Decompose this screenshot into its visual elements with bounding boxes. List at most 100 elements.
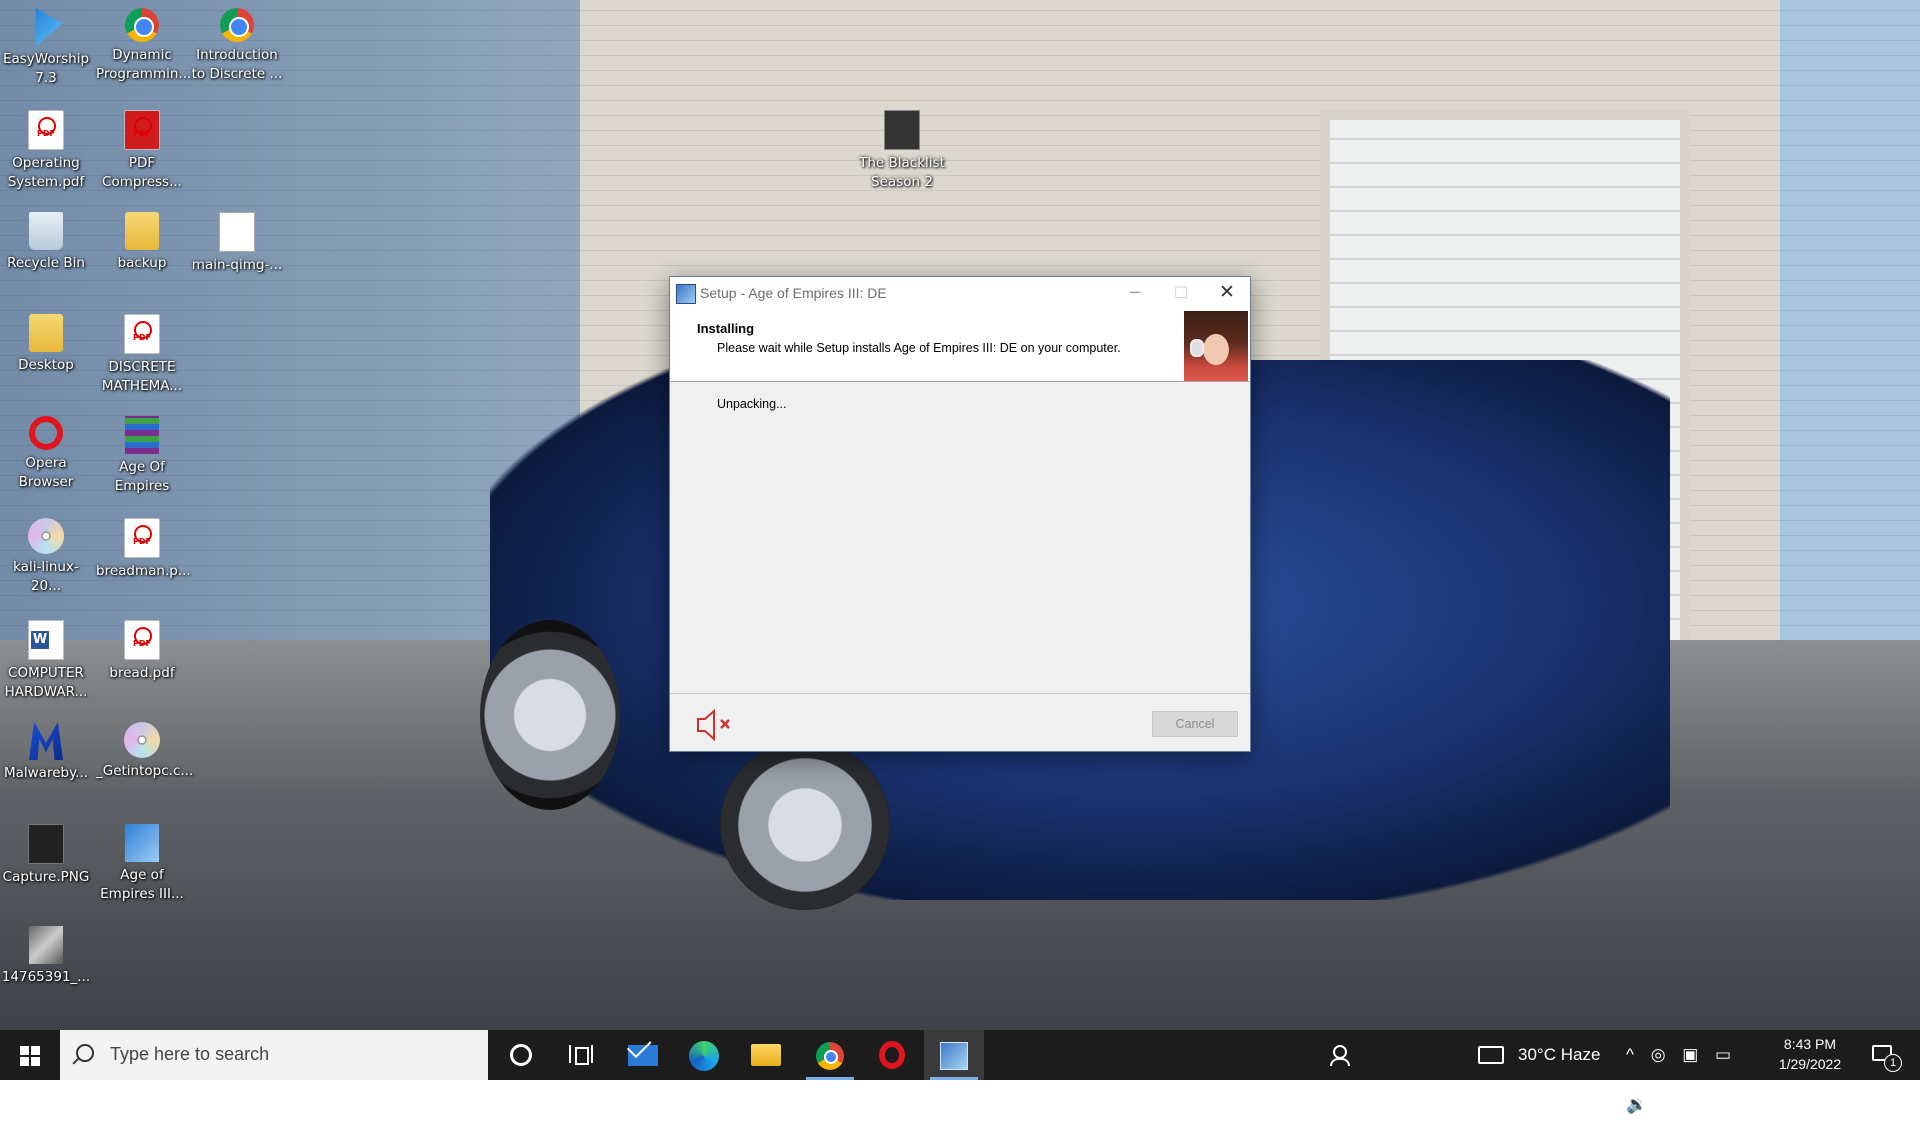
desktop-icon-bread-pdf[interactable]: bread.pdf [96, 620, 188, 683]
opera-icon [879, 1041, 905, 1069]
setup-window: Setup - Age of Empires III: DE ─ ☐ ✕ Ins… [669, 276, 1251, 752]
desktop-icon-easyworship[interactable]: EasyWorship 7.3 [0, 8, 92, 88]
desktop-icon-label: Capture.PNG [2, 869, 90, 885]
desktop-icon-label: breadman.p... [96, 563, 191, 579]
setup-header-image [1184, 311, 1248, 381]
wallpaper-wheel [480, 620, 620, 810]
pdf-icon [124, 620, 160, 660]
malwarebytes-icon [29, 722, 63, 760]
chrome-icon [125, 8, 159, 42]
folder-icon [29, 314, 63, 352]
desktop-icon-label: Age of Empires III... [100, 867, 184, 902]
desktop-icon-label: EasyWorship 7.3 [2, 51, 90, 86]
taskbar: Type here to search 30°C Haze ^ ◎ ▣ ▭ 🔉 … [0, 1030, 1920, 1114]
desktop-icon-pdf-compressor[interactable]: PDF Compress... [96, 110, 188, 192]
taskbar-mail[interactable] [613, 1030, 673, 1080]
minimize-button[interactable]: ─ [1112, 277, 1158, 309]
setup-header-subtitle: Please wait while Setup installs Age of … [717, 341, 1121, 355]
notification-count: 1 [1884, 1054, 1902, 1072]
easyworship-icon [35, 8, 63, 46]
cortana-button[interactable] [490, 1030, 550, 1080]
desktop-icon-label: Recycle Bin [7, 255, 85, 271]
desktop-icon-label: main-qimg-... [191, 257, 283, 273]
desktop-icon-dynamic-programming[interactable]: Dynamic Programmin... [96, 8, 192, 84]
chrome-icon [220, 8, 254, 42]
taskbar-setup[interactable] [924, 1030, 984, 1080]
search-icon [76, 1044, 94, 1062]
desktop-icon-age-of-empires-iii[interactable]: Age of Empires III... [96, 824, 188, 904]
desktop-icon-label: Dynamic Programmin... [96, 47, 192, 82]
pdf-compressor-icon [124, 110, 160, 150]
desktop-icon-intro-discrete[interactable]: Introduction to Discrete ... [191, 8, 283, 84]
desktop-icon-computer-hardware[interactable]: COMPUTER HARDWAR... [0, 620, 92, 702]
cancel-button[interactable]: Cancel [1152, 711, 1238, 737]
desktop-icon-age-of-empires-rar[interactable]: Age Of Empires [96, 416, 188, 496]
clock-date: 1/29/2022 [1778, 1056, 1842, 1072]
start-button[interactable] [0, 1030, 60, 1080]
desktop-icon-label: kali-linux-20... [13, 559, 79, 594]
video-folder-icon [884, 110, 920, 150]
desktop-icon-label: _Getintopc.c... [96, 763, 194, 779]
desktop-icon-opera-browser[interactable]: Opera Browser [0, 416, 92, 492]
disc-image-icon [124, 722, 160, 758]
speaker-muted-icon[interactable] [694, 707, 738, 743]
desktop-icon-label: 14765391_... [1, 969, 91, 985]
wallpaper-wall-right [1780, 0, 1920, 700]
taskbar-edge[interactable] [675, 1030, 735, 1080]
clock[interactable]: 8:43 PM 1/29/2022 [1760, 1030, 1860, 1084]
desktop-icon-label: Malwareby... [3, 765, 89, 781]
desktop-icon-recycle-bin[interactable]: Recycle Bin [0, 212, 92, 273]
clock-time: 8:43 PM [1783, 1036, 1837, 1052]
image-icon [28, 824, 64, 864]
cortana-icon [510, 1044, 532, 1066]
people-button[interactable] [1325, 1030, 1355, 1080]
maximize-button[interactable]: ☐ [1158, 277, 1204, 309]
edge-icon [689, 1041, 719, 1071]
taskbar-chrome[interactable] [800, 1030, 860, 1080]
pdf-icon [124, 518, 160, 558]
desktop-icon-kali-linux[interactable]: kali-linux-20... [0, 518, 92, 596]
setup-header: Installing Please wait while Setup insta… [670, 309, 1250, 382]
chrome-icon [816, 1042, 844, 1070]
taskbar-opera[interactable] [862, 1030, 922, 1080]
wallpaper-wheel [720, 740, 890, 910]
desktop-icon-breadman-pdf[interactable]: breadman.p... [96, 518, 191, 581]
weather-widget[interactable]: 30°C Haze [1476, 1030, 1616, 1080]
setup-footer-divider [670, 693, 1250, 694]
setup-title-bar[interactable]: Setup - Age of Empires III: DE ─ ☐ ✕ [670, 277, 1250, 309]
desktop-icon-discrete-mathematics[interactable]: DISCRETE MATHEMA... [96, 314, 188, 396]
desktop-icon-14765391[interactable]: 14765391_... [0, 926, 92, 987]
pdf-icon [28, 110, 64, 150]
weather-text: 30°C Haze [1518, 1045, 1601, 1064]
search-placeholder: Type here to search [110, 1044, 270, 1064]
system-tray-icons[interactable]: ^ ◎ ▣ ▭ 🔉 [1626, 1030, 1766, 1114]
action-center-button[interactable]: 1 [1866, 1030, 1906, 1080]
desktop-icon-label: The Blacklist Season 2 [859, 155, 945, 190]
desktop: EasyWorship 7.3 Dynamic Programmin... In… [0, 0, 1920, 1030]
folder-icon [125, 212, 159, 250]
desktop-icon-main-qimg[interactable]: main-qimg-... [191, 212, 283, 275]
task-view-button[interactable] [550, 1030, 610, 1080]
desktop-icon-label: Age Of Empires [114, 459, 170, 494]
desktop-icon-the-blacklist[interactable]: The Blacklist Season 2 [856, 110, 948, 192]
desktop-icon-label: Introduction to Discrete ... [191, 47, 283, 82]
taskbar-search-box[interactable]: Type here to search [60, 1030, 488, 1080]
desktop-icon-getintopc[interactable]: _Getintopc.c... [96, 722, 194, 781]
close-button[interactable]: ✕ [1204, 277, 1250, 309]
desktop-icon-desktop-folder[interactable]: Desktop [0, 314, 92, 375]
desktop-icon-label: COMPUTER HARDWAR... [4, 665, 88, 700]
recycle-bin-icon [29, 212, 63, 250]
desktop-icon-backup[interactable]: backup [96, 212, 188, 273]
desktop-icon-label: bread.pdf [109, 665, 175, 681]
desktop-icon-label: Operating System.pdf [7, 155, 85, 190]
desktop-icon-label: DISCRETE MATHEMA... [101, 359, 183, 394]
desktop-icon-operating-system-pdf[interactable]: Operating System.pdf [0, 110, 92, 192]
desktop-icon-label: Desktop [18, 357, 74, 373]
desktop-icon-malwarebytes[interactable]: Malwareby... [0, 722, 92, 783]
task-view-icon [569, 1045, 593, 1065]
setup-icon [125, 824, 159, 862]
opera-icon [29, 416, 63, 450]
desktop-icon-capture-png[interactable]: Capture.PNG [0, 824, 92, 887]
mail-icon [628, 1045, 658, 1066]
taskbar-file-explorer[interactable] [737, 1030, 797, 1080]
